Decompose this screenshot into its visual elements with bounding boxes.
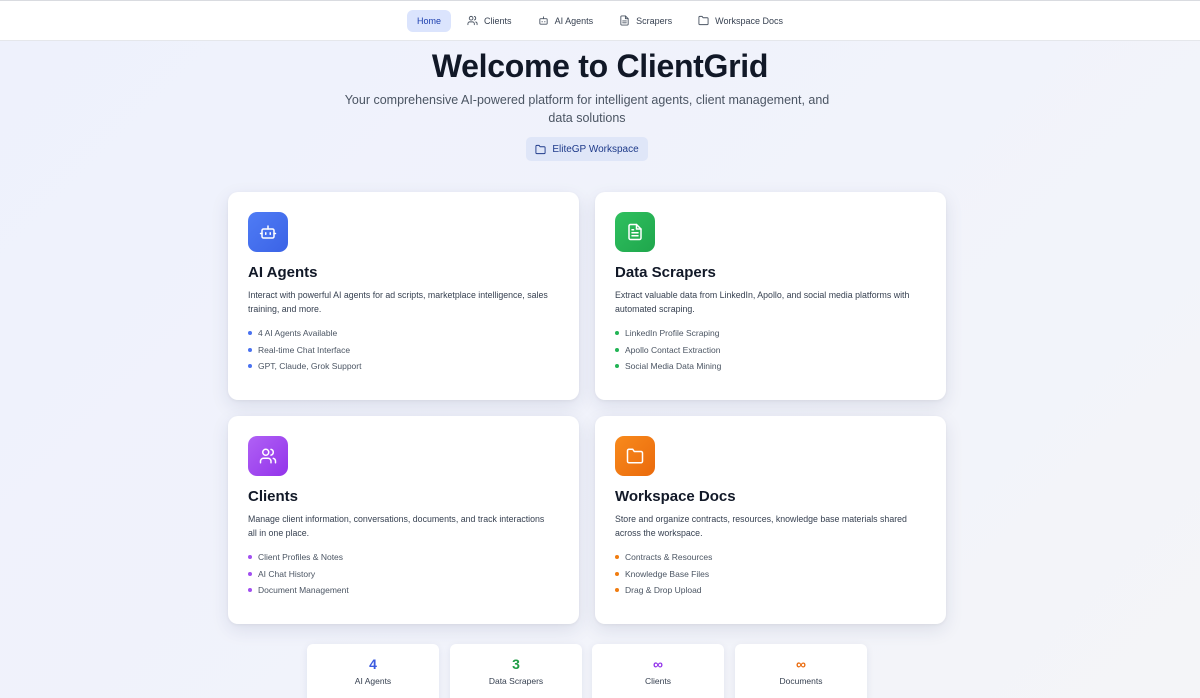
stat-label: Documents <box>779 676 823 686</box>
bullet-dot <box>615 347 619 352</box>
bullet-dot <box>615 555 619 560</box>
bullet-dot <box>248 364 252 369</box>
bullet-dot <box>615 588 619 593</box>
feature-label: Contracts & Resources <box>625 552 713 563</box>
card-icon-bg <box>615 212 655 252</box>
stat-documents: ∞ Documents <box>735 644 867 698</box>
stat-label: Data Scrapers <box>488 676 544 686</box>
feature-item: Apollo Contact Extraction <box>615 342 926 359</box>
feature-item: Real-time Chat Interface <box>248 342 559 359</box>
card-title: Clients <box>248 488 299 505</box>
feature-label: LinkedIn Profile Scraping <box>625 328 720 339</box>
file-text-icon <box>628 223 642 241</box>
feature-list: Contracts & Resources Knowledge Base Fil… <box>615 549 926 599</box>
stat-value: 3 <box>512 656 520 672</box>
card-icon-bg <box>248 212 288 252</box>
bullet-dot <box>615 331 619 336</box>
bullet-dot <box>615 571 619 576</box>
card-title: Data Scrapers <box>615 264 716 281</box>
feature-label: 4 AI Agents Available <box>258 328 338 339</box>
feature-item: GPT, Claude, Grok Support <box>248 358 559 375</box>
nav-workspace-docs[interactable]: Workspace Docs <box>688 10 793 32</box>
stat-label: AI Agents <box>354 676 392 686</box>
card-description: Manage client information, conversations… <box>248 514 545 538</box>
feature-list: LinkedIn Profile Scraping Apollo Contact… <box>615 325 926 375</box>
card-title: AI Agents <box>248 264 318 281</box>
feature-item: Drag & Drop Upload <box>615 582 926 599</box>
feature-label: Real-time Chat Interface <box>258 344 351 355</box>
feature-label: AI Chat History <box>258 568 316 579</box>
feature-label: Social Media Data Mining <box>625 361 722 372</box>
feature-item: Knowledge Base Files <box>615 566 926 583</box>
feature-label: Drag & Drop Upload <box>625 585 702 596</box>
workspace-badge-label: EliteGP Workspace <box>552 143 639 155</box>
bullet-dot <box>248 555 252 560</box>
bullet-dot <box>248 571 252 576</box>
stat-value: ∞ <box>653 656 663 672</box>
feature-item: Contracts & Resources <box>615 549 926 566</box>
page-subtitle: Your comprehensive AI-powered platform f… <box>344 93 830 125</box>
stat-data-scrapers: 3 Data Scrapers <box>450 644 582 698</box>
feature-label: Document Management <box>258 585 349 596</box>
feature-item: Document Management <box>248 582 559 599</box>
bullet-dot <box>248 331 252 336</box>
feature-item: Social Media Data Mining <box>615 358 926 375</box>
feature-label: GPT, Claude, Grok Support <box>258 361 362 372</box>
nav-home-label: Home <box>417 15 442 26</box>
stat-clients: ∞ Clients <box>592 644 724 698</box>
stat-value: ∞ <box>796 656 806 672</box>
card-data-scrapers[interactable]: Data Scrapers Extract valuable data from… <box>595 192 946 400</box>
nav-ai-agents[interactable]: AI Agents <box>528 10 604 32</box>
feature-label: Apollo Contact Extraction <box>625 344 721 355</box>
nav-ai-agents-label: AI Agents <box>554 15 594 26</box>
page-title: Welcome to ClientGrid <box>431 48 769 84</box>
card-title: Workspace Docs <box>615 488 736 505</box>
nav-workspace-docs-label: Workspace Docs <box>715 15 783 26</box>
card-workspace-docs[interactable]: Workspace Docs Store and organize contra… <box>595 416 946 624</box>
nav-clients[interactable]: Clients <box>457 10 522 32</box>
bullet-dot <box>248 347 252 352</box>
stat-label: Clients <box>645 676 671 686</box>
feature-item: AI Chat History <box>248 566 559 583</box>
feature-list: Client Profiles & Notes AI Chat History … <box>248 549 559 599</box>
card-description: Extract valuable data from LinkedIn, Apo… <box>615 290 910 314</box>
card-icon-bg <box>248 436 288 476</box>
feature-item: LinkedIn Profile Scraping <box>615 325 926 342</box>
bot-icon <box>538 16 548 25</box>
workspace-badge[interactable]: EliteGP Workspace <box>526 137 648 161</box>
card-clients[interactable]: Clients Manage client information, conve… <box>228 416 579 624</box>
card-ai-agents[interactable]: AI Agents Interact with powerful AI agen… <box>228 192 579 400</box>
feature-label: Knowledge Base Files <box>625 568 710 579</box>
folder-icon <box>535 144 546 154</box>
users-icon <box>259 448 277 464</box>
nav-scrapers-label: Scrapers <box>636 15 673 26</box>
nav-scrapers[interactable]: Scrapers <box>609 10 682 32</box>
users-icon <box>467 15 478 26</box>
bullet-dot <box>248 588 252 593</box>
feature-item: Client Profiles & Notes <box>248 549 559 566</box>
feature-label: Client Profiles & Notes <box>258 552 344 563</box>
nav-clients-label: Clients <box>484 15 512 26</box>
bullet-dot <box>615 364 619 369</box>
top-nav: Home Clients AI Agents Scrapers Workspac… <box>0 0 1200 41</box>
folder-icon <box>698 15 709 26</box>
file-text-icon <box>620 15 629 26</box>
feature-item: 4 AI Agents Available <box>248 325 559 342</box>
card-icon-bg <box>615 436 655 476</box>
card-description: Interact with powerful AI agents for ad … <box>248 290 548 314</box>
feature-list: 4 AI Agents Available Real-time Chat Int… <box>248 325 559 375</box>
card-description: Store and organize contracts, resources,… <box>615 514 907 538</box>
nav-home[interactable]: Home <box>407 9 452 32</box>
stat-value: 4 <box>369 656 377 672</box>
stat-ai-agents: 4 AI Agents <box>307 644 439 698</box>
bot-icon <box>259 225 277 239</box>
folder-icon <box>626 448 644 464</box>
